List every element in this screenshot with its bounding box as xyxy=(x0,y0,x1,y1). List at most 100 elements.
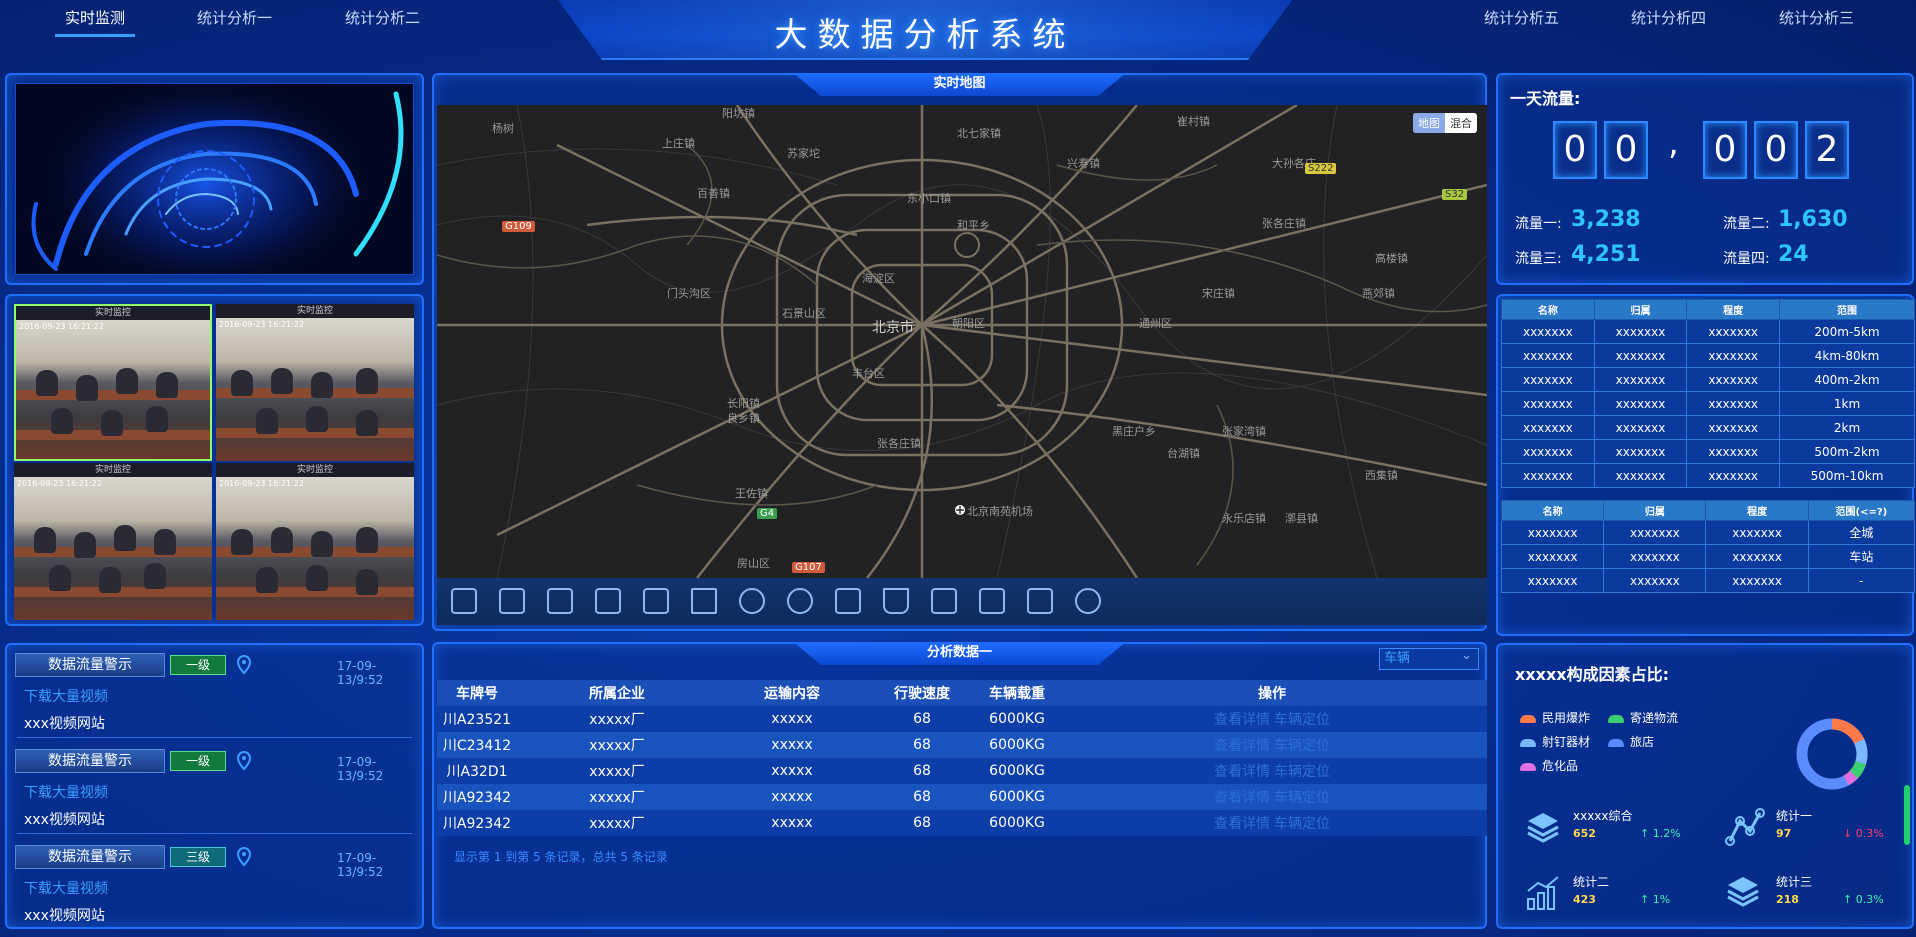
nav-tab-realtime[interactable]: 实时监测 xyxy=(54,7,136,37)
vehicle-type-select[interactable]: 车辆 xyxy=(1379,646,1479,670)
cell-cargo: xxxxx xyxy=(717,732,867,758)
fast-forward-icon[interactable] xyxy=(643,588,669,614)
column-header: 范围(<=?) xyxy=(1807,500,1916,521)
cell: 400m-2km xyxy=(1779,367,1915,392)
alert-3-button[interactable]: 数据流量警示 xyxy=(15,845,165,869)
location-pin-icon[interactable] xyxy=(236,751,252,771)
camera-feed-4[interactable]: 实时监控 2016-09-23 16:21:22 xyxy=(216,463,414,620)
legend-label: 危化品 xyxy=(1542,759,1579,773)
alert-1-time: 17-09-13/9:52 xyxy=(337,659,384,687)
table-row: 川A92342 xxxxx厂 xxxxx 68 6000KG 查看详情 车辆定位 xyxy=(437,784,1487,810)
column-header: 运输内容 xyxy=(717,680,867,706)
alert-1-link[interactable]: 下载大量视频 xyxy=(24,686,108,706)
road-shield: G109 xyxy=(502,221,535,232)
column-header: 名称 xyxy=(1500,500,1605,521)
alert-2-button[interactable]: 数据流量警示 xyxy=(15,749,165,773)
legend-swatch xyxy=(1608,714,1624,723)
map-type-map-button[interactable]: 地图 xyxy=(1413,113,1445,133)
table-row: xxxxxxx xxxxxxx xxxxxxx 500m-10km xyxy=(1501,463,1915,488)
map-place: 杨树 xyxy=(492,122,514,135)
cell: xxxxxxx xyxy=(1501,319,1595,344)
cell: xxxxxxx xyxy=(1686,415,1781,440)
camera-feed-1[interactable]: 实时监控 2016-09-23 16:21:22 xyxy=(14,304,212,461)
view-detail-link[interactable]: 查看详情 xyxy=(1214,712,1270,728)
cell: 1km xyxy=(1779,391,1915,416)
map-panel: 北京市 杨树 阳坊镇 北七家镇 崔村镇 上庄镇 苏家坨 百善镇 兴寿镇 大孙各庄… xyxy=(432,73,1487,631)
nav-tab-stats-4[interactable]: 统计分析四 xyxy=(1631,7,1706,28)
flow-3-value: 4,251 xyxy=(1571,242,1641,267)
scrollbar[interactable] xyxy=(1904,785,1910,845)
refresh-icon[interactable] xyxy=(1075,588,1101,614)
map-place: 和平乡 xyxy=(957,219,990,232)
analysis-panel: 分析数据一 车辆 车牌号 所属企业 运输内容 行驶速度 车辆载重 操作 川A23… xyxy=(432,642,1487,929)
table-row: 川C23412 xxxxx厂 xxxxx 68 6000KG 查看详情 车辆定位 xyxy=(437,732,1487,758)
cell-company: xxxxx厂 xyxy=(517,706,717,732)
map-type-switch: 地图 混合 xyxy=(1413,113,1477,133)
locate-vehicle-link[interactable]: 车辆定位 xyxy=(1274,816,1330,832)
cell-speed: 68 xyxy=(867,758,977,784)
nav-tab-stats-5[interactable]: 统计分析五 xyxy=(1484,7,1559,28)
buildings-icon[interactable] xyxy=(835,588,861,614)
camera-feed-3[interactable]: 实时监控 2016-09-23 16:21:22 xyxy=(14,463,212,620)
view-detail-link[interactable]: 查看详情 xyxy=(1214,738,1270,754)
area-map-icon[interactable] xyxy=(691,588,717,614)
collapse-icon[interactable] xyxy=(547,588,573,614)
window-search-icon[interactable] xyxy=(1027,588,1053,614)
truck-search-icon[interactable] xyxy=(979,588,1005,614)
flow-2-label: 流量二: xyxy=(1723,216,1770,232)
map-place: 张各庄镇 xyxy=(1262,217,1306,230)
map-place: 长阳镇 xyxy=(727,397,760,410)
alert-1-text: xxx视频网站 xyxy=(24,716,105,732)
column-header: 程度 xyxy=(1686,299,1781,320)
legend-label: 民用爆炸 xyxy=(1542,711,1591,725)
camera-feed-2[interactable]: 实时监控 2016-09-23 16:21:22 xyxy=(216,304,414,461)
table-row: xxxxxxx xxxxxxx xxxxxxx 200m-5km xyxy=(1501,319,1915,344)
expand-icon[interactable] xyxy=(499,588,525,614)
view-detail-link[interactable]: 查看详情 xyxy=(1214,790,1270,806)
flow-1-value: 3,238 xyxy=(1571,207,1641,232)
map-place: 通州区 xyxy=(1139,317,1172,330)
map-place: 燕郊镇 xyxy=(1362,287,1395,300)
fullscreen-icon[interactable] xyxy=(451,588,477,614)
video-animation[interactable] xyxy=(15,83,414,275)
alert-1-button[interactable]: 数据流量警示 xyxy=(15,653,165,677)
nav-tab-stats-1[interactable]: 统计分析一 xyxy=(197,7,272,28)
stat-1-title: xxxxx综合 xyxy=(1573,809,1633,823)
locate-vehicle-link[interactable]: 车辆定位 xyxy=(1274,790,1330,806)
alert-3-link[interactable]: 下载大量视频 xyxy=(24,878,108,898)
road-shield: G4 xyxy=(757,508,778,519)
cell: xxxxxxx xyxy=(1501,463,1595,488)
stat-2-change: ↓ 0.3% xyxy=(1843,827,1884,840)
location-pin-icon[interactable] xyxy=(236,847,252,867)
map-place: 丰台区 xyxy=(852,367,885,380)
rewind-icon[interactable] xyxy=(595,588,621,614)
nav-tab-stats-3[interactable]: 统计分析三 xyxy=(1779,7,1854,28)
flow-digit: 0 xyxy=(1754,121,1798,179)
pagination-info: 显示第 1 到第 5 条记录，总共 5 条记录 xyxy=(454,850,668,864)
stat-2-value: 97 xyxy=(1776,827,1792,840)
flow-2-value: 1,630 xyxy=(1778,207,1848,232)
cell: 全城 xyxy=(1807,520,1916,545)
flask-icon[interactable] xyxy=(883,588,909,614)
alert-2-link[interactable]: 下载大量视频 xyxy=(24,782,108,802)
column-header: 车辆载重 xyxy=(977,680,1057,706)
locate-vehicle-link[interactable]: 车辆定位 xyxy=(1274,712,1330,728)
world-map-icon[interactable] xyxy=(787,588,813,614)
donut-chart[interactable] xyxy=(1793,715,1871,793)
location-pin-icon[interactable] xyxy=(236,655,252,675)
map-type-mixed-button[interactable]: 混合 xyxy=(1445,113,1477,133)
cell: 2km xyxy=(1779,415,1915,440)
view-detail-link[interactable]: 查看详情 xyxy=(1214,764,1270,780)
flow-digit: 0 xyxy=(1604,121,1648,179)
map-place: 永乐店镇 xyxy=(1222,512,1266,525)
globe-icon[interactable] xyxy=(739,588,765,614)
locate-vehicle-link[interactable]: 车辆定位 xyxy=(1274,738,1330,754)
column-header: 车牌号 xyxy=(437,680,517,706)
locate-vehicle-link[interactable]: 车辆定位 xyxy=(1274,764,1330,780)
city-map[interactable]: 北京市 杨树 阳坊镇 北七家镇 崔村镇 上庄镇 苏家坨 百善镇 兴寿镇 大孙各庄… xyxy=(437,105,1487,578)
view-detail-link[interactable]: 查看详情 xyxy=(1214,816,1270,832)
tower-icon[interactable] xyxy=(931,588,957,614)
cell: 500m-10km xyxy=(1779,463,1915,488)
scope-table: 名称 归属 程度 范围(<=?) xxxxxxx xxxxxxx xxxxxxx 全城… xyxy=(1500,500,1916,593)
nav-tab-stats-2[interactable]: 统计分析二 xyxy=(345,7,420,28)
